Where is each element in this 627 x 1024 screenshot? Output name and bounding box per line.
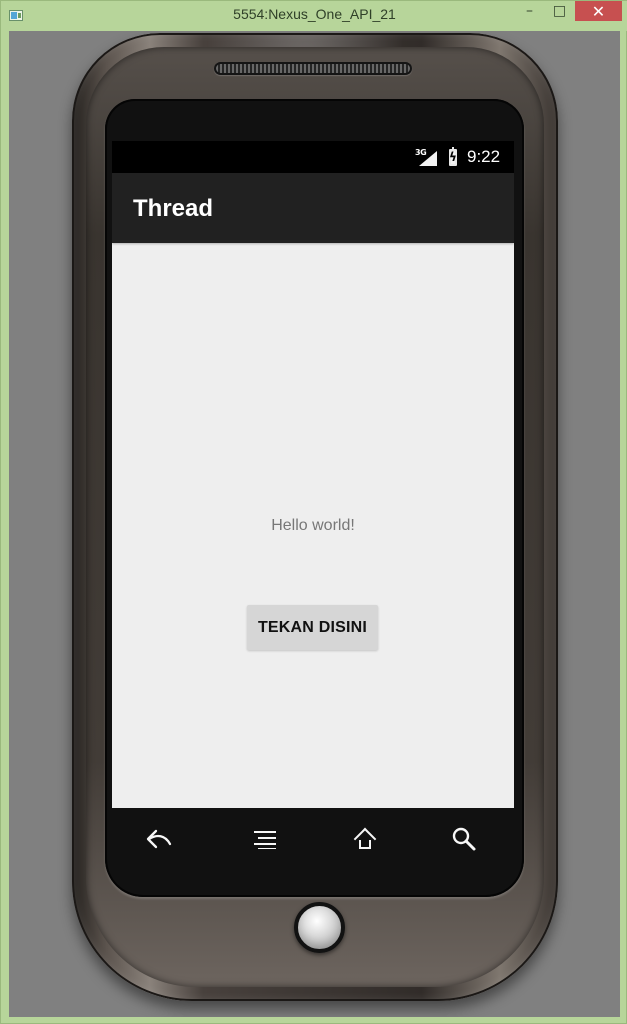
house-icon — [353, 828, 377, 850]
back-icon[interactable] — [134, 818, 184, 860]
page-title: Thread — [133, 195, 214, 222]
minimize-button[interactable]: – — [515, 1, 544, 21]
emulator-window: 5554:Nexus_One_API_21 – □ ✕ 3G 9:22 Thre… — [0, 0, 627, 1024]
earpiece-speaker — [214, 62, 412, 75]
close-button[interactable]: ✕ — [575, 1, 622, 21]
android-screen: 3G 9:22 Thread Hello world! TEKAN DISINI — [112, 141, 514, 808]
battery-charging-icon — [449, 147, 457, 166]
window-title-bar: 5554:Nexus_One_API_21 – □ ✕ — [1, 1, 627, 31]
hardware-navigation-bar — [112, 808, 514, 871]
tekan-disini-button[interactable]: TEKAN DISINI — [247, 605, 378, 650]
hello-world-text: Hello world! — [271, 517, 355, 534]
signal-icon — [419, 151, 437, 166]
search-icon[interactable] — [439, 818, 489, 860]
menu-lines-icon — [254, 829, 276, 849]
status-time: 9:22 — [467, 147, 501, 166]
nexus-one-device: 3G 9:22 Thread Hello world! TEKAN DISINI — [72, 33, 558, 1001]
trackball-button[interactable] — [294, 902, 345, 953]
app-action-bar: Thread — [112, 173, 514, 243]
maximize-button[interactable]: □ — [545, 1, 574, 21]
home-icon[interactable] — [340, 818, 390, 860]
emulator-frame: 3G 9:22 Thread Hello world! TEKAN DISINI — [9, 31, 620, 1017]
window-controls: – □ ✕ — [514, 1, 622, 25]
status-bar: 3G 9:22 — [112, 141, 514, 173]
menu-icon[interactable] — [240, 818, 290, 860]
